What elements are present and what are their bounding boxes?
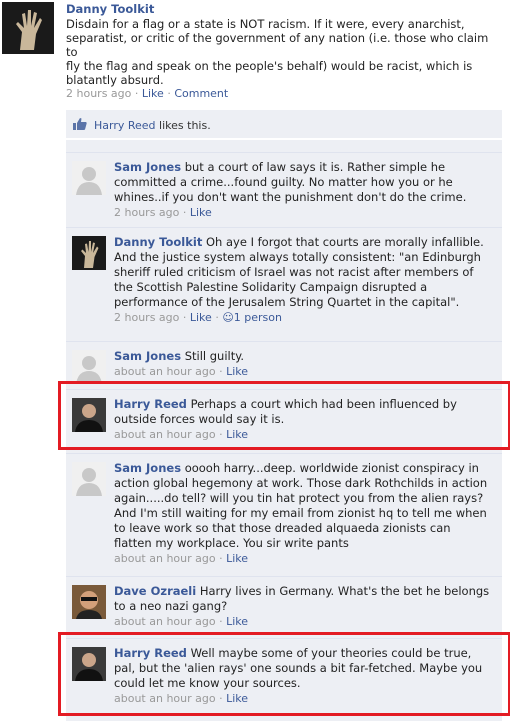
- avatar-default[interactable]: [72, 161, 106, 195]
- main-post: Danny Toolkit Disdain for a flag or a st…: [0, 0, 510, 110]
- thumbs-up-icon: [72, 117, 88, 134]
- comment-like-link[interactable]: Like: [226, 365, 248, 378]
- comment-author[interactable]: Sam Jones: [114, 461, 181, 475]
- comment-item: Dave Ozraeli Harry lives in Germany. Wha…: [66, 576, 502, 635]
- post-like-link[interactable]: Like: [142, 87, 164, 100]
- comment-author[interactable]: Sam Jones: [114, 349, 181, 363]
- comment-author[interactable]: Danny Toolkit: [114, 235, 202, 249]
- post-time: 2 hours ago: [66, 87, 132, 100]
- comment-item: Danny Toolkit Oh aye I forgot that court…: [66, 227, 502, 340]
- comment-item: Sam Jones ooooh harry...deep. worldwide …: [66, 453, 502, 575]
- default-avatar-icon: [72, 350, 106, 384]
- comment-author[interactable]: Dave Ozraeli: [114, 584, 196, 598]
- post-meta: 2 hours ago · Like · Comment: [66, 87, 229, 100]
- post-author[interactable]: Danny Toolkit: [66, 2, 154, 16]
- person-sunglasses-icon: [72, 585, 106, 619]
- comment-author[interactable]: Sam Jones: [114, 160, 181, 174]
- comment-like-link[interactable]: Like: [190, 206, 212, 219]
- comment-like-link[interactable]: Like: [190, 311, 212, 324]
- like-count-link[interactable]: ☺1 person: [222, 311, 282, 324]
- avatar-danny-toolkit[interactable]: [2, 2, 54, 54]
- post-text: Disdain for a flag or a state is NOT rac…: [66, 17, 489, 87]
- highlight-box: [58, 381, 510, 450]
- likes-bar: Harry Reed likes this.: [66, 110, 502, 138]
- post-comment-link[interactable]: Comment: [174, 87, 228, 100]
- comment-item: Sam Jones Still guilty. about an hour ag…: [66, 341, 502, 384]
- avatar-danny-toolkit[interactable]: [72, 236, 106, 270]
- comment-like-link[interactable]: Like: [226, 615, 248, 628]
- liker-name[interactable]: Harry Reed: [94, 119, 156, 132]
- default-avatar-icon: [72, 161, 106, 195]
- comment-like-link[interactable]: Like: [226, 552, 248, 565]
- hand-icon: [72, 236, 106, 270]
- default-avatar-icon: [72, 462, 106, 496]
- like-small-icon: ☺: [222, 311, 234, 324]
- comment-item: Sam Jones but a court of law says it is.…: [66, 152, 502, 227]
- avatar-default[interactable]: [72, 350, 106, 384]
- highlight-box: [58, 632, 510, 716]
- avatar-default[interactable]: [72, 462, 106, 496]
- hand-icon: [2, 2, 54, 54]
- avatar-dave-ozraeli[interactable]: [72, 585, 106, 619]
